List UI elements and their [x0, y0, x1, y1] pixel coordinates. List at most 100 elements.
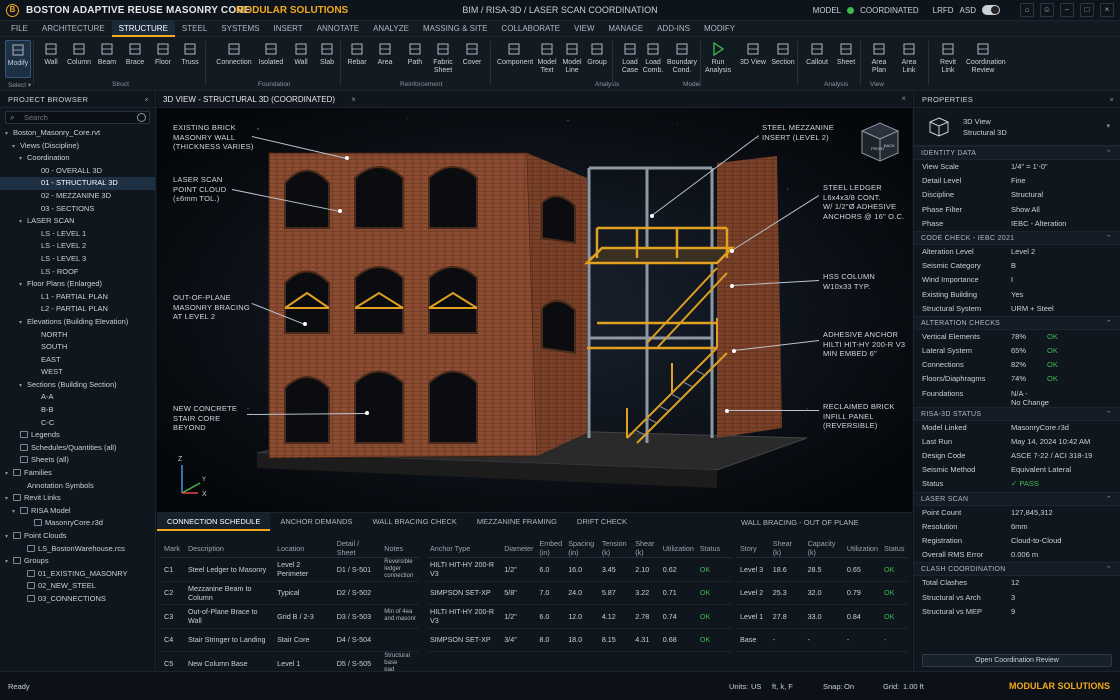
tree-item[interactable]: ▾ Families — [0, 467, 155, 480]
ribbon-button-beam[interactable]: Beam — [94, 40, 120, 67]
property-row[interactable]: Seismic Method Equivalent Lateral — [914, 463, 1120, 477]
menu-tab-collaborate[interactable]: COLLABORATE — [494, 21, 567, 37]
ribbon-button-run-analysis[interactable]: Run Analysis — [705, 40, 731, 75]
column-header[interactable]: Description — [184, 539, 275, 558]
tree-item[interactable]: C-C — [0, 417, 155, 430]
ribbon-button-column[interactable]: Column — [66, 40, 92, 67]
property-row[interactable]: Registration Cloud-to-Cloud — [914, 534, 1120, 548]
property-row[interactable]: Connections 82% OK — [914, 358, 1120, 372]
table-row[interactable]: SIMPSON SET-XP 5/8" 7.0 24.0 5.87 3.22 0.71 OK — [427, 581, 732, 605]
table-row[interactable]: C1 Steel Ledger to Masonry Level 2 Perimet… — [161, 557, 419, 582]
asd-label[interactable]: ASD — [960, 6, 976, 15]
tree-item[interactable]: WEST — [0, 366, 155, 379]
bottom-tab-anchor-demands[interactable]: ANCHOR DEMANDS — [270, 513, 362, 531]
tree-item[interactable]: 01 - STRUCTURAL 3D — [0, 177, 155, 190]
tree-item[interactable]: ▾ Views (Discipline) — [0, 140, 155, 153]
bottom-tab-wall-bracing-check[interactable]: WALL BRACING CHECK — [362, 513, 466, 531]
tree-item[interactable]: A-A — [0, 391, 155, 404]
property-row[interactable]: Status ✓ PASS — [914, 477, 1120, 491]
bottom-tab-mezzanine-framing[interactable]: MEZZANINE FRAMING — [467, 513, 567, 531]
menu-tab-insert[interactable]: INSERT — [267, 21, 310, 37]
tree-item[interactable]: L2 - PARTIAL PLAN — [0, 303, 155, 316]
table-row[interactable]: C3 Out-of-Plane Brace to Wall Grid B / 2-3… — [161, 604, 419, 629]
tree-item[interactable]: 02_NEW_STEEL — [0, 580, 155, 593]
tree-item[interactable]: ▾ Sections (Building Section) — [0, 379, 155, 392]
ribbon-button-isolated[interactable]: Isolated — [258, 40, 284, 67]
ribbon-button-cover[interactable]: Cover — [459, 40, 485, 67]
design-method-toggle[interactable] — [982, 5, 1000, 15]
menu-tab-architecture[interactable]: ARCHITECTURE — [35, 21, 112, 37]
property-row[interactable]: Total Clashes 12 — [914, 576, 1120, 590]
ribbon-button-3d-view[interactable]: 3D View — [740, 40, 766, 67]
tree-item[interactable]: 03_CONNECTIONS — [0, 593, 155, 606]
menu-tab-steel[interactable]: STEEL — [175, 21, 214, 37]
table-row[interactable]: Level 3 18.6 28.5 0.65 OK — [737, 557, 908, 582]
tree-item[interactable]: MasonryCore.r3d — [0, 517, 155, 530]
property-row[interactable]: Existing Building Yes — [914, 288, 1120, 302]
user-icon[interactable]: ☺ — [1040, 3, 1054, 17]
ribbon-button-area[interactable]: Area — [372, 40, 398, 67]
table-row[interactable]: Level 2 25.3 32.0 0.79 OK — [737, 581, 908, 605]
table-row[interactable]: HILTI HIT-HY 200-R V3 1/2" 6.0 12.0 4.12 2.78… — [427, 604, 732, 629]
tree-item[interactable]: ▾ Elevations (Building Elevation) — [0, 316, 155, 329]
column-header[interactable]: Story — [737, 539, 770, 558]
ribbon-button-path[interactable]: Path — [402, 40, 428, 67]
column-header[interactable]: Shear (k) — [632, 539, 660, 558]
tree-item[interactable]: ▾ Coordination — [0, 152, 155, 165]
bottom-tab-drift-check[interactable]: DRIFT CHECK — [567, 513, 637, 531]
column-header[interactable]: Capacity (k) — [804, 539, 844, 558]
column-header[interactable]: Notes — [381, 539, 419, 558]
property-row[interactable]: View Scale 1/4" = 1'-0" — [914, 160, 1120, 174]
menu-tab-analyze[interactable]: ANALYZE — [366, 21, 416, 37]
tree-item[interactable]: ▾ Revit Links — [0, 492, 155, 505]
maximize-icon[interactable]: □ — [1080, 3, 1094, 17]
column-header[interactable]: Embed (in) — [536, 539, 566, 558]
property-section-laser-scan[interactable]: LASER SCAN ⌃ — [914, 491, 1120, 506]
tree-item[interactable]: ▾ RISA Model — [0, 505, 155, 518]
property-row[interactable]: Discipline Structural — [914, 188, 1120, 202]
home-icon[interactable]: ⌂ — [1020, 3, 1034, 17]
chevron-up-icon[interactable]: ⌃ — [1106, 147, 1112, 161]
tree-item[interactable]: SOUTH — [0, 341, 155, 354]
menu-tab-add-ins[interactable]: ADD-INS — [650, 21, 697, 37]
ribbon-button-floor[interactable]: Floor — [150, 40, 176, 67]
tree-item[interactable]: LS_BostonWarehouse.rcs — [0, 543, 155, 556]
column-header[interactable]: Status — [696, 539, 732, 558]
tree-item[interactable]: Legends — [0, 429, 155, 442]
lrfd-label[interactable]: LRFD — [933, 6, 954, 15]
property-row[interactable]: Structural vs Arch 3 — [914, 591, 1120, 605]
ribbon-button-sheet[interactable]: Sheet — [833, 40, 859, 67]
property-row[interactable]: Vertical Elements 78% OK — [914, 330, 1120, 344]
browser-search-input[interactable] — [6, 112, 126, 123]
property-row[interactable]: Seismic Category B — [914, 259, 1120, 273]
ribbon-button-load-comb[interactable]: Load Comb. — [641, 40, 665, 75]
property-row[interactable]: Floors/Diaphragms 74% OK — [914, 372, 1120, 386]
chevron-up-icon[interactable]: ⌃ — [1106, 317, 1112, 331]
column-header[interactable]: Utilization — [659, 539, 697, 558]
property-section-clash-coordination[interactable]: CLASH COORDINATION ⌃ — [914, 562, 1120, 577]
close-icon[interactable]: × — [144, 91, 149, 108]
property-row[interactable]: Lateral System 65% OK — [914, 344, 1120, 358]
property-row[interactable]: Alteration Level Level 2 — [914, 245, 1120, 259]
column-header[interactable]: Tension (k) — [598, 539, 633, 558]
table-row[interactable]: Base - - - - — [737, 628, 908, 652]
menu-tab-view[interactable]: VIEW — [567, 21, 601, 37]
property-row[interactable]: Phase IEBC - Alteration — [914, 217, 1120, 231]
tree-item[interactable]: NORTH — [0, 329, 155, 342]
ribbon-button-area-link[interactable]: Area Link — [896, 40, 922, 75]
property-row[interactable]: Structural vs MEP 9 — [914, 605, 1120, 619]
property-section-identity-data[interactable]: IDENTITY DATA ⌃ — [914, 146, 1120, 160]
tree-item[interactable]: LS - LEVEL 2 — [0, 240, 155, 253]
menu-tab-structure[interactable]: STRUCTURE — [111, 20, 175, 37]
property-row[interactable]: Model Linked MasonryCore.r3d — [914, 421, 1120, 435]
units-value[interactable]: US — [751, 682, 761, 691]
chevron-up-icon[interactable]: ⌃ — [1106, 408, 1112, 422]
property-row[interactable]: Structural System URM + Steel — [914, 302, 1120, 316]
property-row[interactable]: Last Run May 14, 2024 10:42 AM — [914, 435, 1120, 449]
view-cube[interactable]: FRONT BACK — [860, 122, 900, 162]
table-row[interactable]: Level 1 27.8 33.0 0.84 OK — [737, 604, 908, 629]
property-row[interactable]: Resolution 6mm — [914, 520, 1120, 534]
open-coordination-review-button[interactable]: Open Coordination Review — [922, 654, 1112, 667]
tree-item[interactable]: Annotation Symbols — [0, 480, 155, 493]
tree-item[interactable]: ▾ Boston_Masonry_Core.rvt — [0, 127, 155, 140]
